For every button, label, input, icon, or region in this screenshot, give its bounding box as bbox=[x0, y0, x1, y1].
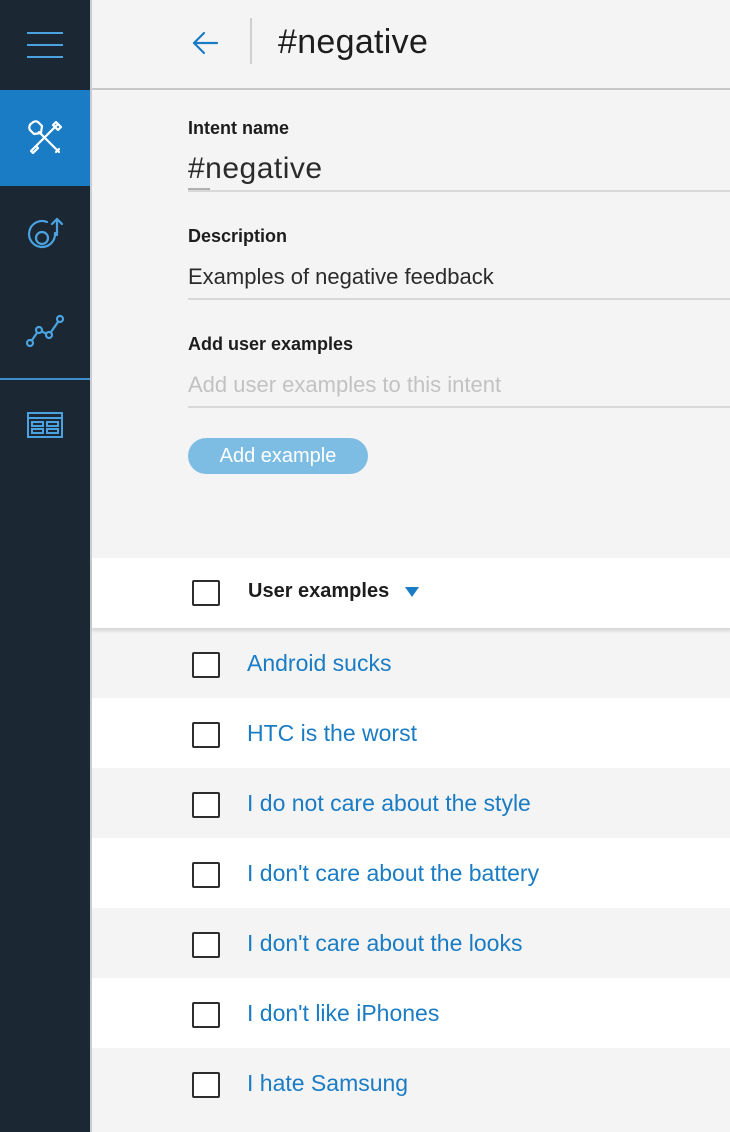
user-example-link[interactable]: I don't care about the looks bbox=[247, 930, 522, 957]
table-row: I don't care about the battery bbox=[92, 838, 730, 908]
table-header: User examples bbox=[92, 558, 730, 628]
sidebar bbox=[0, 0, 90, 1132]
table-row: I don't care about the looks bbox=[92, 908, 730, 978]
user-example-link[interactable]: I don't like iPhones bbox=[247, 1000, 439, 1027]
catalog-icon bbox=[27, 412, 63, 438]
sidebar-item-deploy[interactable] bbox=[0, 186, 90, 284]
table-row: I do not care about the style bbox=[92, 768, 730, 838]
intent-name-field[interactable] bbox=[188, 148, 730, 192]
select-all-checkbox[interactable] bbox=[192, 580, 220, 606]
page-header: #negative bbox=[92, 0, 730, 90]
intent-name-label: Intent name bbox=[188, 118, 290, 138]
row-checkbox[interactable] bbox=[192, 722, 220, 748]
deploy-icon bbox=[27, 217, 64, 249]
row-checkbox[interactable] bbox=[192, 1072, 220, 1098]
sidebar-item-catalog[interactable] bbox=[0, 380, 90, 470]
user-example-link[interactable]: I don't care about the battery bbox=[247, 860, 539, 887]
hamburger-menu-button[interactable] bbox=[0, 0, 90, 90]
back-button[interactable] bbox=[188, 26, 222, 60]
add-user-examples-label: Add user examples bbox=[188, 334, 354, 354]
user-example-link[interactable]: I hate Samsung bbox=[247, 1070, 408, 1097]
user-examples-list: Android sucks HTC is the worst I do not … bbox=[92, 628, 730, 1118]
row-checkbox[interactable] bbox=[192, 652, 220, 678]
row-checkbox[interactable] bbox=[192, 862, 220, 888]
tools-icon bbox=[28, 120, 63, 155]
intent-name-underline-accent bbox=[188, 188, 210, 190]
table-row: I don't like iPhones bbox=[92, 978, 730, 1048]
caret-down-icon[interactable] bbox=[404, 586, 420, 598]
page-title: #negative bbox=[278, 23, 429, 61]
user-example-link[interactable]: I do not care about the style bbox=[247, 790, 531, 817]
user-example-link[interactable]: Android sucks bbox=[247, 650, 391, 677]
row-checkbox[interactable] bbox=[192, 1002, 220, 1028]
user-examples-column-header[interactable]: User examples bbox=[248, 580, 389, 603]
header-divider bbox=[250, 18, 252, 64]
add-example-button[interactable]: Add example bbox=[188, 438, 368, 474]
user-example-link[interactable]: HTC is the worst bbox=[247, 720, 417, 747]
sidebar-item-build[interactable] bbox=[0, 90, 90, 186]
hamburger-menu-icon bbox=[27, 32, 63, 58]
table-row: HTC is the worst bbox=[92, 698, 730, 768]
user-example-input[interactable] bbox=[188, 364, 730, 408]
row-checkbox[interactable] bbox=[192, 932, 220, 958]
description-field[interactable] bbox=[188, 256, 730, 300]
table-row: Android sucks bbox=[92, 628, 730, 698]
row-checkbox[interactable] bbox=[192, 792, 220, 818]
table-row: I hate Samsung bbox=[92, 1048, 730, 1118]
sidebar-item-improve[interactable] bbox=[0, 284, 90, 378]
analytics-icon bbox=[25, 314, 65, 348]
main-content: #negative Intent name Description Add us… bbox=[90, 0, 730, 1132]
description-label: Description bbox=[188, 226, 288, 246]
arrow-left-icon bbox=[192, 31, 219, 55]
